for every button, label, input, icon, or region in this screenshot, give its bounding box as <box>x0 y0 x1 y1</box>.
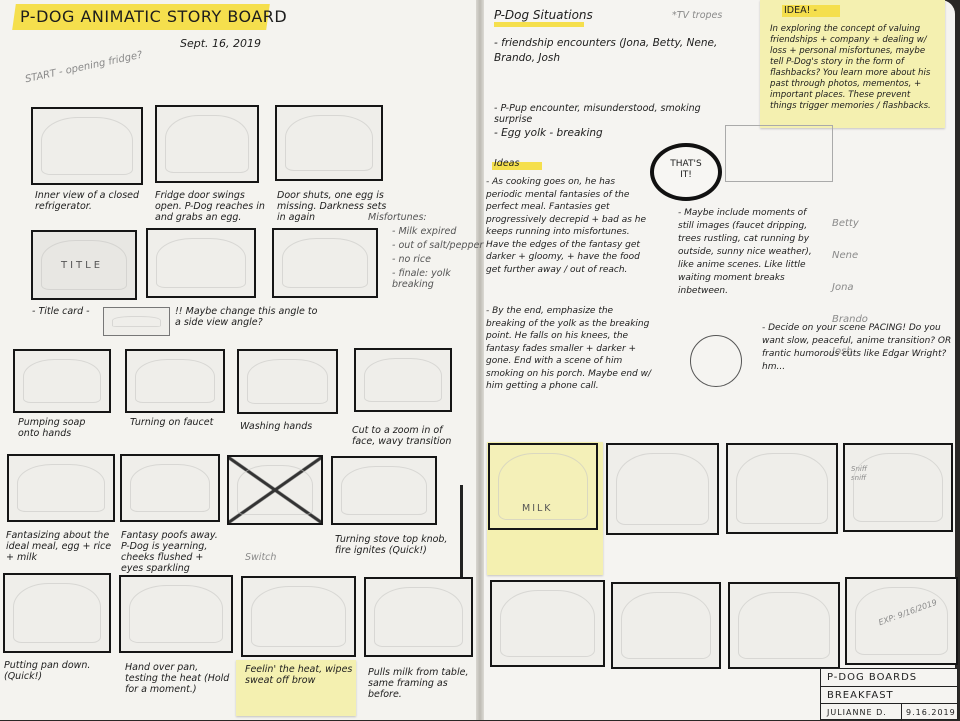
storyboard-panel <box>155 105 259 183</box>
panel-caption: Pulls milk from table, same framing as b… <box>368 667 469 700</box>
panel-caption: Turning on faucet <box>130 417 214 428</box>
situations-title: P-Dog Situations <box>494 8 593 22</box>
panel-caption: Cut to a zoom in of face, wavy transitio… <box>352 425 452 447</box>
misfortune-item: - no rice <box>392 254 431 265</box>
expiry-label: EXP: 9/16/2019 <box>877 597 939 628</box>
title-block-project: P-DOG BOARDS <box>821 669 957 687</box>
storyboard-panel <box>237 349 338 414</box>
storyboard-panel: Sniff sniff <box>843 443 953 532</box>
idea-item: - As cooking goes on, he has periodic me… <box>486 177 647 275</box>
speech-bubble: THAT'S IT! <box>650 143 722 201</box>
panel-caption: Inner view of a closed refrigerator. <box>35 190 140 212</box>
still-images-note: - Maybe include moments of still images … <box>678 208 812 296</box>
angle-note: !! Maybe change this angle to a side vie… <box>175 306 318 328</box>
title-block-scene: BREAKFAST <box>821 687 957 704</box>
storyboard-panel <box>272 228 378 298</box>
title-block-author: JULIANNE D. <box>827 708 887 717</box>
name: Nene <box>832 250 859 261</box>
storyboard-panel: EXP: 9/16/2019 <box>845 577 958 665</box>
storyboard-panel <box>120 454 220 522</box>
crossed-out-panel <box>227 455 323 525</box>
name: Jona <box>832 282 854 293</box>
storyboard-panel <box>354 348 452 412</box>
pencil-sketch <box>725 125 833 182</box>
storyboard-panel <box>364 577 473 657</box>
storyboard-panel <box>728 582 840 669</box>
thumbnail-sketch <box>103 307 170 336</box>
storyboard-panel <box>119 575 233 653</box>
storyboard-panel <box>611 582 721 669</box>
panel-caption: Turning stove top knob, fire ignites (Qu… <box>335 534 448 556</box>
storyboard-panel <box>3 573 111 653</box>
panel-caption: Fantasizing about the ideal meal, egg + … <box>6 530 112 563</box>
storyboard-panel <box>606 443 719 535</box>
idea-item: - By the end, emphasize the breaking of … <box>486 306 651 391</box>
date: Sept. 16, 2019 <box>180 37 262 50</box>
storyboard-panel <box>275 105 383 181</box>
title-block-footer: JULIANNE D. 9.16.2019 <box>821 704 957 721</box>
book-spine <box>476 0 484 720</box>
idea-text: In exploring the concept of valuing frie… <box>770 24 931 111</box>
pacing-note: - Decide on your scene PACING! Do you wa… <box>762 323 952 372</box>
name: Betty <box>832 218 859 229</box>
situation-item: - friendship encounters (Jona, Betty, Ne… <box>494 37 718 64</box>
situation-item: - P-Pup encounter, misunderstood, smokin… <box>494 103 701 125</box>
storyboard-panel <box>7 454 115 522</box>
bubble-text: THAT'S IT! <box>670 159 702 180</box>
storyboard-panel: MILK <box>488 443 598 530</box>
panel-caption: Feelin' the heat, wipes sweat off brow <box>245 664 353 686</box>
tv-tropes-note: *TV tropes <box>672 10 723 21</box>
storyboard-panel <box>726 443 838 534</box>
panel-caption: Washing hands <box>240 421 313 432</box>
title-block-date: 9.16.2019 <box>901 704 956 721</box>
misfortune-item: - finale: yolk breaking <box>392 268 451 290</box>
panel-caption: Pumping soap onto hands <box>18 417 86 439</box>
panel-caption: Putting pan down. (Quick!) <box>4 660 91 682</box>
storyboard-panel <box>125 349 225 413</box>
storyboard-panel <box>146 228 256 298</box>
flow-arrow <box>460 485 463 580</box>
character-sketch <box>690 335 742 387</box>
idea-sticky-note: IDEA! - In exploring the concept of valu… <box>760 0 945 128</box>
ideas-heading: Ideas <box>494 158 520 169</box>
panel-caption: Hand over pan, testing the heat (Hold fo… <box>125 662 230 695</box>
page-title: P-DOG ANIMATIC STORY BOARD <box>20 7 288 26</box>
heading-highlight <box>494 22 584 27</box>
title-card-panel: TITLE <box>31 230 137 300</box>
switch-note: Switch <box>245 552 277 563</box>
storyboard-panel <box>331 456 437 525</box>
storyboard-panel <box>490 580 605 667</box>
misfortunes-heading: Misfortunes: <box>368 212 427 223</box>
storyboard-panel <box>13 349 111 413</box>
situation-item: - Egg yolk - breaking <box>494 127 603 139</box>
title-placeholder: TITLE <box>61 260 104 271</box>
storyboard-panel <box>241 576 356 657</box>
title-card-label: - Title card - <box>32 306 90 317</box>
storyboard-panel <box>31 107 143 185</box>
misfortune-item: - Milk expired <box>392 226 457 237</box>
title-block: P-DOG BOARDS BREAKFAST JULIANNE D. 9.16.… <box>820 668 958 721</box>
sniff-text: Sniff sniff <box>851 465 867 482</box>
misfortune-item: - out of salt/pepper <box>392 240 484 251</box>
panel-caption: Fantasy poofs away. P-Dog is yearning, c… <box>121 530 218 574</box>
idea-title: IDEA! - <box>784 5 817 16</box>
panel-caption: Fridge door swings open. P-Dog reaches i… <box>155 190 265 223</box>
milk-label: MILK <box>522 503 553 514</box>
